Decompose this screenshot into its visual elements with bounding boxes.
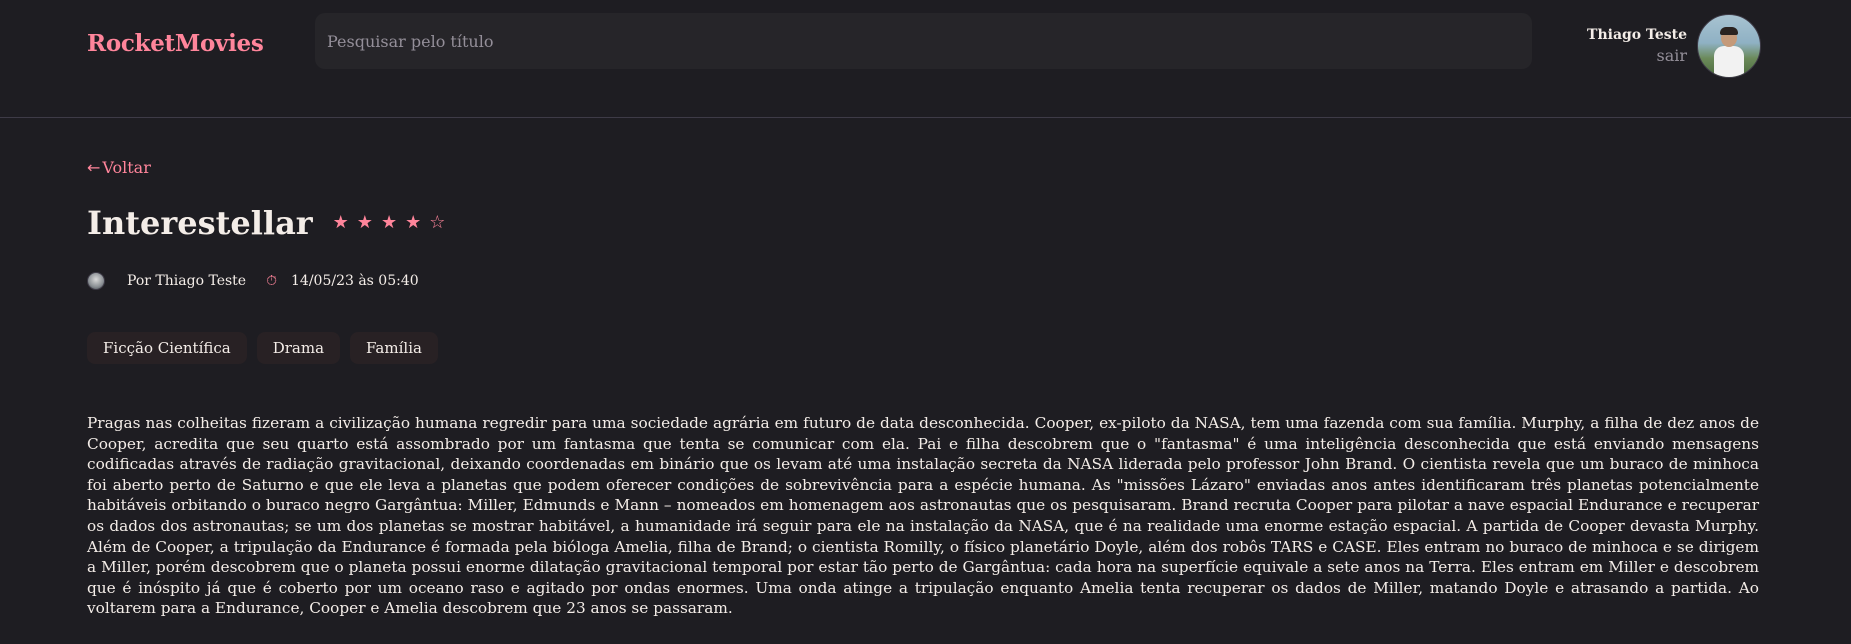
movie-description: Pragas nas colheitas fizeram a civilizaç… (87, 414, 1759, 618)
created-date: 14/05/23 às 05:40 (291, 273, 419, 289)
star-filled-icon: ★ (332, 212, 349, 233)
tag-list: Ficção Científica Drama Família (87, 332, 448, 364)
logout-link[interactable]: sair (1587, 46, 1687, 65)
tag: Ficção Científica (87, 332, 247, 364)
star-filled-icon: ★ (380, 212, 398, 233)
back-label: Voltar (102, 158, 151, 177)
movie-meta: Por Thiago Teste ⏱ 14/05/23 às 05:40 (87, 272, 419, 290)
movie-title: Interestellar (87, 204, 313, 242)
app-header: RocketMovies Thiago Teste sair (0, 0, 1851, 118)
star-filled-icon: ★ (405, 212, 422, 233)
search-input[interactable] (315, 13, 1532, 69)
author-name: Por Thiago Teste (127, 273, 247, 289)
star-filled-icon: ★ (356, 212, 373, 233)
avatar[interactable] (1697, 14, 1761, 78)
title-row: Interestellar ★ ★ ★ ★ ☆ (87, 204, 453, 242)
rating-stars: ★ ★ ★ ★ ☆ (333, 214, 454, 232)
profile-text: Thiago Teste sair (1587, 27, 1687, 65)
tag: Drama (256, 332, 341, 364)
author-avatar (87, 272, 105, 290)
back-button[interactable]: ← Voltar (87, 158, 151, 177)
brand-logo[interactable]: RocketMovies (87, 30, 264, 57)
arrow-left-icon: ← (87, 158, 101, 177)
clock-icon: ⏱ (266, 273, 277, 289)
star-empty-icon: ☆ (429, 212, 446, 233)
user-profile: Thiago Teste sair (1587, 14, 1761, 78)
profile-name: Thiago Teste (1587, 27, 1687, 43)
tag: Família (350, 332, 438, 364)
